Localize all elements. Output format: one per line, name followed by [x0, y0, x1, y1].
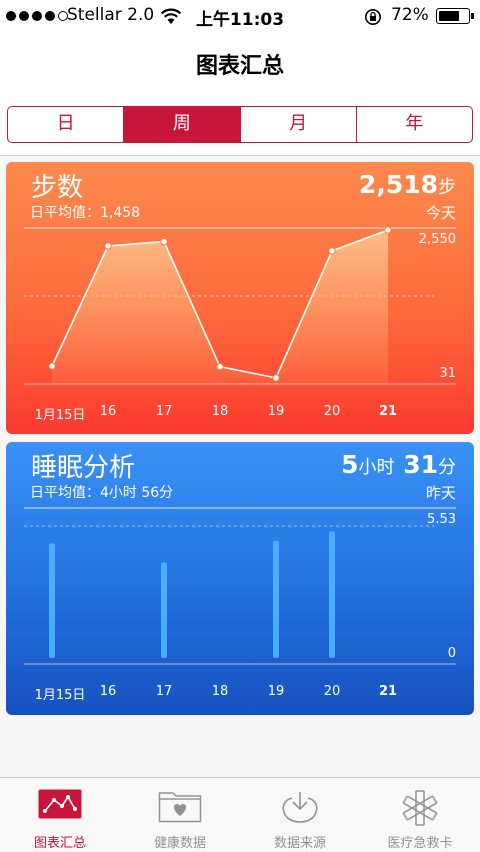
steps-x-tick-label: 18 — [211, 404, 229, 419]
sleep-x-tick-label: 16 — [99, 684, 117, 699]
steps-x-tick-label: 17 — [155, 404, 173, 419]
sleep-x-tick-label: 17 — [155, 684, 173, 699]
sources-download-icon — [282, 792, 318, 823]
segment-month[interactable]: 月 — [241, 107, 357, 142]
sleep-when: 昨天 — [425, 484, 456, 502]
sleep-hours-unit: 小时 — [358, 457, 395, 478]
tab-dashboard-label: 图表汇总 — [33, 836, 86, 851]
steps-x-tick-label: 16 — [99, 404, 117, 419]
tab-sources-label: 数据来源 — [273, 836, 326, 851]
sleep-x-tick-label: 19 — [267, 684, 285, 699]
steps-x-tick-label: 19 — [267, 404, 285, 419]
tab-dashboard[interactable]: 图表汇总 — [0, 778, 120, 852]
sleep-minutes-unit: 分 — [438, 457, 456, 478]
sleep-bar — [49, 543, 55, 658]
steps-data-point — [216, 363, 224, 371]
steps-x-tick-label: 21 — [378, 404, 398, 419]
chart-icon — [38, 789, 82, 819]
steps-min-label: 31 — [439, 366, 456, 381]
steps-data-point — [328, 247, 336, 255]
sleep-x-tick-label: 1月15日 — [34, 688, 86, 703]
steps-area — [52, 229, 388, 384]
steps-data-point — [48, 362, 56, 370]
sleep-title: 睡眠分析 — [31, 453, 136, 483]
tab-medical-id-label: 医疗急救卡 — [387, 836, 453, 851]
steps-value-unit: 步 — [438, 177, 456, 198]
sleep-min-label: 0 — [447, 646, 456, 661]
sleep-minutes-number: 31 — [403, 450, 438, 479]
steps-daily-average: 日平均值：1,458 — [30, 205, 141, 221]
sleep-bar — [161, 562, 167, 658]
range-selector-bar: 日 周 月 年 — [0, 94, 480, 156]
sleep-x-tick-label: 20 — [323, 684, 341, 699]
medical-id-icon — [402, 790, 438, 826]
steps-title: 步数 — [31, 173, 84, 203]
sleep-bar — [273, 541, 279, 658]
sleep-daily-average: 日平均值：4小时 56分 — [30, 485, 174, 501]
tab-health-data[interactable]: 健康数据 — [120, 778, 240, 852]
steps-x-tick-label: 1月15日 — [34, 408, 86, 423]
sleep-max-label: 5.53 — [427, 512, 456, 527]
steps-card[interactable]: 步数 日平均值：1,458 2,518步 今天 2,550 31 1月15日 16… — [6, 162, 474, 434]
tab-medical-id[interactable]: 医疗急救卡 — [360, 778, 480, 852]
segment-week[interactable]: 周 — [124, 107, 241, 142]
page-title: 图表汇总 — [195, 54, 284, 79]
range-segmented-control: 日 周 月 年 — [7, 106, 473, 143]
sleep-x-tick-label: 21 — [378, 684, 398, 699]
tab-bar: 图表汇总 健康数据 数据来源 医疗急救卡 — [0, 777, 480, 852]
steps-x-tick-label: 20 — [323, 404, 341, 419]
steps-value-number: 2,518 — [358, 170, 438, 199]
sleep-x-tick-label: 18 — [211, 684, 229, 699]
status-bar: Stellar 2.0 上午11:03 72% — [0, 0, 480, 34]
health-data-folder-icon — [158, 792, 202, 823]
battery-percent: 72% — [391, 5, 429, 25]
rotation-lock-icon — [365, 9, 381, 25]
steps-data-point — [160, 237, 168, 246]
segment-day[interactable]: 日 — [8, 107, 125, 142]
steps-when: 今天 — [425, 204, 456, 222]
steps-data-point — [384, 226, 392, 234]
sleep-hours-number: 5 — [341, 450, 359, 479]
sleep-bar — [329, 531, 335, 658]
tab-sources[interactable]: 数据来源 — [240, 778, 360, 852]
steps-today-value: 2,518步 — [359, 170, 456, 199]
tab-health-data-label: 健康数据 — [153, 836, 206, 851]
segment-year[interactable]: 年 — [357, 107, 472, 142]
nav-bar: 图表汇总 — [0, 34, 480, 94]
steps-data-point — [104, 242, 112, 250]
sleep-last-value: 5小时 31分 — [341, 450, 456, 479]
battery-icon — [436, 8, 474, 24]
sleep-analysis-card[interactable]: 睡眠分析 日平均值：4小时 56分 5小时 31分 昨天 5.53 0 1月15… — [6, 442, 474, 715]
steps-max-label: 2,550 — [418, 232, 456, 247]
steps-data-point — [272, 374, 280, 382]
